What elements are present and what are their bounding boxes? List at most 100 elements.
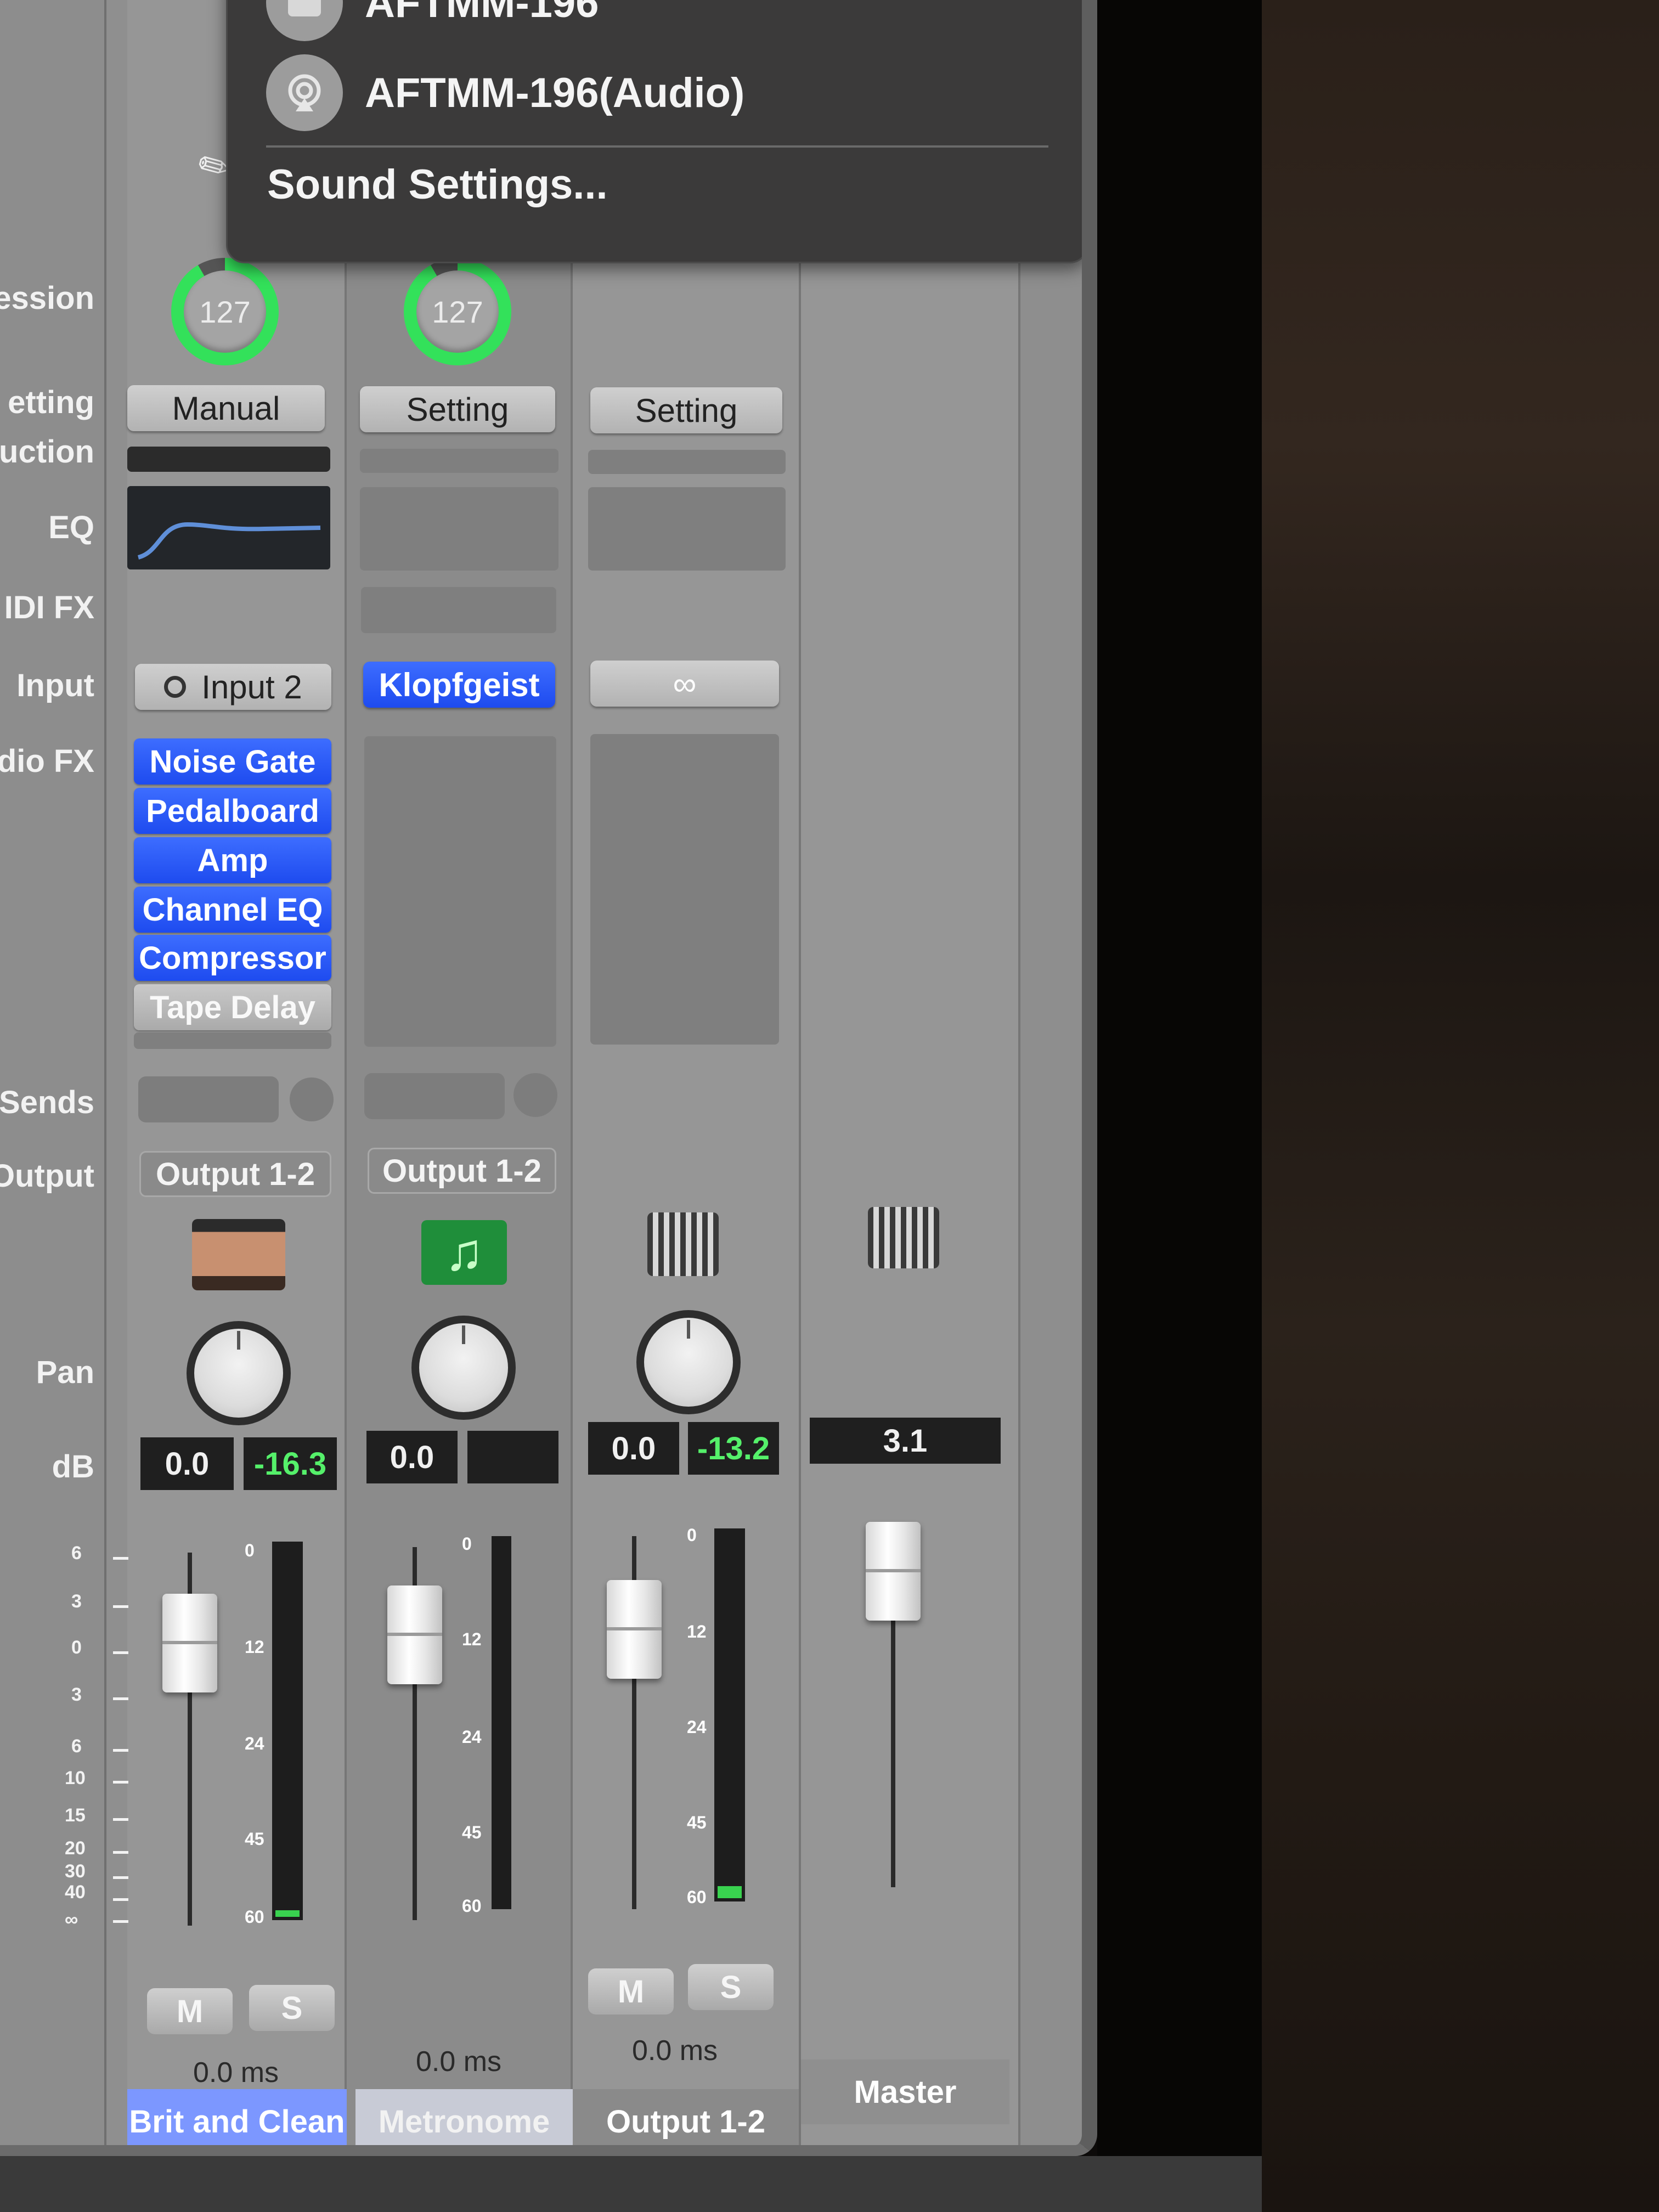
meter-scale-label: 0 <box>462 1534 472 1554</box>
tick <box>113 1851 128 1854</box>
tick <box>113 1651 128 1654</box>
stereo-link-button[interactable]: ∞ <box>590 661 779 707</box>
setting-button[interactable]: Setting <box>590 387 782 433</box>
volume-fader[interactable] <box>866 1522 921 1621</box>
velocity-knob[interactable]: 127 <box>404 258 511 365</box>
tick <box>113 1898 128 1901</box>
level-meter <box>492 1536 511 1909</box>
tick <box>113 1920 128 1923</box>
gain-reduction-meter <box>588 450 786 474</box>
meter-scale-label: 45 <box>245 1829 264 1849</box>
gain-reduction-meter <box>127 447 330 472</box>
menu-separator <box>266 145 1048 148</box>
tick <box>113 1557 128 1560</box>
meter-scale-label: 12 <box>245 1637 264 1657</box>
audio-fx-empty-slot[interactable] <box>364 736 556 1047</box>
airplay-icon <box>266 54 343 131</box>
monitor-bezel <box>1097 0 1262 2212</box>
velocity-value: 127 <box>416 270 499 353</box>
audio-fx-channel-eq[interactable]: Channel EQ <box>134 887 331 933</box>
airplay-glyph <box>288 74 321 111</box>
volume-readout[interactable]: 3.1 <box>810 1418 1001 1464</box>
row-label-audio-fx: dio FX <box>0 743 94 779</box>
mute-button[interactable]: M <box>147 1988 233 2034</box>
volume-readout[interactable]: 0.0 <box>366 1431 458 1483</box>
eq-thumbnail[interactable] <box>588 487 786 571</box>
midi-fx-slot[interactable] <box>361 587 556 633</box>
row-label-midi-fx: IDI FX <box>4 590 94 625</box>
meter-scale-label: 45 <box>687 1813 707 1832</box>
instrument-button[interactable]: Klopfgeist <box>363 662 555 708</box>
meter-scale-label: 12 <box>687 1622 707 1641</box>
sound-settings-menu-item[interactable]: Sound Settings... <box>267 161 608 208</box>
tick <box>113 1749 128 1752</box>
db-scale-label: 3 <box>71 1684 82 1705</box>
row-label-session: ession <box>0 280 94 316</box>
send-level-knob[interactable] <box>290 1077 334 1121</box>
solo-button[interactable]: S <box>688 1964 774 2010</box>
send-slot[interactable] <box>138 1076 279 1122</box>
track-name-metronome[interactable]: Metronome <box>356 2089 573 2145</box>
audio-fx-tape-delay[interactable]: Tape Delay <box>134 984 331 1030</box>
track-name-master[interactable]: Master <box>801 2059 1009 2124</box>
velocity-knob[interactable]: 127 <box>171 258 279 365</box>
gain-reduction-meter <box>360 449 558 473</box>
audio-fx-slots: Noise Gate Pedalboard Amp Channel EQ Com… <box>134 738 331 1049</box>
audio-fx-empty-slot[interactable] <box>590 734 779 1045</box>
row-label-pan: Pan <box>36 1355 94 1390</box>
peak-readout[interactable] <box>467 1431 558 1483</box>
row-label-sends: Sends <box>0 1085 94 1120</box>
meter-scale-label: 12 <box>462 1629 482 1649</box>
meter-scale-label: 0 <box>245 1541 255 1560</box>
peak-readout[interactable]: -13.2 <box>688 1422 779 1475</box>
audio-fx-compressor[interactable]: Compressor <box>134 935 331 981</box>
volume-readout[interactable]: 0.0 <box>140 1437 234 1490</box>
pan-knob[interactable] <box>187 1321 291 1425</box>
device-icon <box>266 0 343 41</box>
audio-fx-amp[interactable]: Amp <box>134 837 331 883</box>
db-scale-label: ∞ <box>65 1909 78 1930</box>
music-note-icon[interactable]: ♫ <box>421 1220 507 1285</box>
volume-fader[interactable] <box>387 1585 442 1684</box>
menu-item-aftmm-196-audio[interactable]: AFTMM-196(Audio) <box>266 54 744 131</box>
track-name-output-1-2[interactable]: Output 1-2 <box>573 2089 799 2145</box>
tick <box>113 1818 128 1821</box>
db-scale-label: 10 <box>65 1768 86 1788</box>
setting-button[interactable]: Manual <box>127 385 325 431</box>
input-label: Input 2 <box>201 668 302 706</box>
menu-item-label: AFTMM-196(Audio) <box>365 69 745 116</box>
meter-scale-label: 0 <box>687 1525 697 1545</box>
output-button[interactable]: Output 1-2 <box>368 1148 556 1194</box>
db-scale-label: 3 <box>71 1591 82 1612</box>
volume-fader[interactable] <box>162 1594 217 1692</box>
pan-knob[interactable] <box>411 1316 516 1420</box>
amp-track-icon[interactable] <box>192 1219 285 1290</box>
solo-button[interactable]: S <box>249 1985 335 2031</box>
meter-level-bar <box>718 1886 742 1898</box>
menu-item-label: AFTMM-196 <box>365 0 599 26</box>
channel-strip-master: 3.1 Master <box>801 0 1020 2145</box>
peak-readout[interactable]: -16.3 <box>244 1437 337 1490</box>
audio-fx-empty-slot[interactable] <box>134 1032 331 1049</box>
pan-knob[interactable] <box>636 1310 741 1414</box>
eq-thumbnail[interactable] <box>360 487 558 571</box>
send-level-knob[interactable] <box>514 1073 557 1117</box>
setting-button[interactable]: Setting <box>360 386 555 432</box>
send-slot[interactable] <box>364 1073 505 1119</box>
eq-thumbnail[interactable] <box>127 486 330 569</box>
velocity-value: 127 <box>184 270 266 353</box>
volume-fader[interactable] <box>607 1580 662 1679</box>
output-button[interactable]: Output 1-2 <box>139 1151 331 1197</box>
track-name-brit-and-clean[interactable]: Brit and Clean <box>127 2089 347 2145</box>
audio-fx-noise-gate[interactable]: Noise Gate <box>134 738 331 785</box>
mute-button[interactable]: M <box>588 1968 674 2015</box>
output-fader-icon[interactable] <box>647 1212 719 1276</box>
audio-fx-pedalboard[interactable]: Pedalboard <box>134 788 331 834</box>
menu-item-aftmm-196[interactable]: AFTMM-196 <box>266 0 599 41</box>
delay-compensation: 0.0 ms <box>416 2046 502 2078</box>
master-fader-icon[interactable] <box>868 1207 939 1268</box>
mixer-window: ession etting uction EQ IDI FX Input dio… <box>0 0 1097 2156</box>
volume-readout[interactable]: 0.0 <box>588 1422 679 1475</box>
input-button[interactable]: Input 2 <box>135 664 331 710</box>
tick <box>113 1876 128 1879</box>
